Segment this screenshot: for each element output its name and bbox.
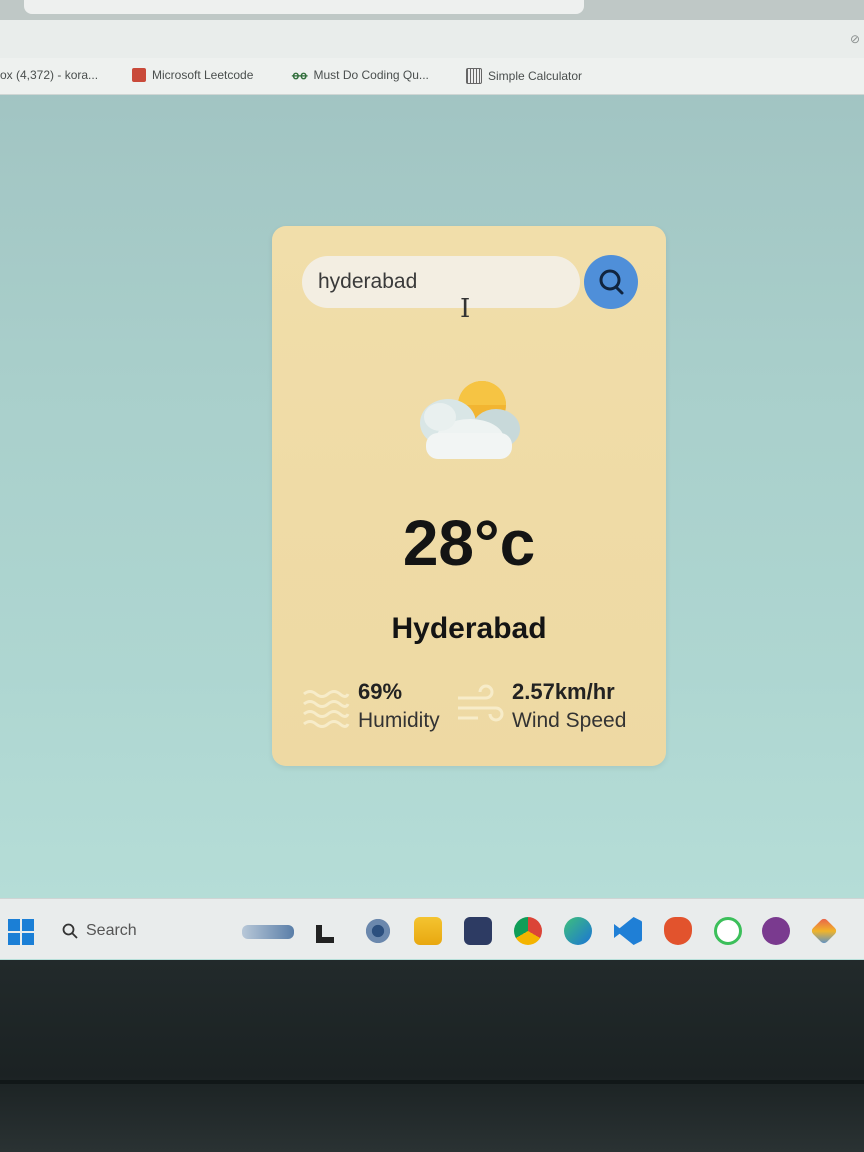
calculator-icon <box>466 68 482 84</box>
github-icon[interactable] <box>762 917 790 945</box>
windows-start-icon[interactable] <box>8 919 34 945</box>
bookmark-calculator[interactable]: Simple Calculator <box>466 68 582 84</box>
edge-icon[interactable] <box>564 917 592 945</box>
search-icon <box>599 269 624 295</box>
humidity-detail: 69% Humidity <box>300 678 440 736</box>
temperature: 28°c <box>402 507 536 579</box>
bookmark-label: Must Do Coding Qu... <box>313 68 429 82</box>
store-icon[interactable] <box>464 917 492 945</box>
address-bar[interactable]: ⊘ <box>0 20 864 59</box>
monitor-bezel <box>0 960 864 1152</box>
search-icon <box>62 923 78 939</box>
task-view-icon[interactable] <box>316 925 334 943</box>
city-search-input[interactable]: hyderabad <box>302 256 580 308</box>
humidity-value: 69% <box>358 679 403 704</box>
settings-icon[interactable] <box>364 917 392 945</box>
bookmark-label: ox (4,372) - kora... <box>0 68 99 82</box>
bookmark-must-do[interactable]: ꝋꝋ Must Do Coding Qu... <box>292 68 429 82</box>
wind-value: 2.57km/hr <box>512 679 615 704</box>
gfg-icon: ꝋꝋ <box>292 69 308 82</box>
bookmark-label: Simple Calculator <box>488 69 583 83</box>
chrome-icon[interactable] <box>514 917 542 945</box>
text-cursor-icon: I <box>460 294 471 324</box>
active-tab[interactable] <box>24 0 584 14</box>
monitor-edge <box>0 1080 864 1084</box>
wind-icon <box>458 684 504 722</box>
tab-strip <box>0 0 864 20</box>
search-input-value: hyderabad <box>318 270 418 293</box>
city-name: Hyderabad <box>391 612 547 645</box>
humidity-icon <box>303 690 350 728</box>
file-explorer-icon[interactable] <box>414 917 442 945</box>
bookmark-inbox[interactable]: ox (4,372) - kora... <box>0 68 98 82</box>
humidity-label: Humidity <box>358 709 440 732</box>
weather-card: hyderabad I 28°c Hyderabad 69% Humidity … <box>272 226 666 766</box>
bookmarks-bar: ox (4,372) - kora... Microsoft Leetcode … <box>0 58 864 95</box>
partly-cloudy-icon <box>420 381 520 459</box>
whatsapp-icon[interactable] <box>714 917 742 945</box>
taskbar: Search <box>0 898 864 959</box>
wind-label: Wind Speed <box>512 709 627 732</box>
taskbar-search[interactable]: Search <box>48 911 228 951</box>
screen: ⊘ ox (4,372) - kora... Microsoft Leetcod… <box>0 0 864 960</box>
search-button[interactable] <box>584 255 638 309</box>
bookmark-label: Microsoft Leetcode <box>152 68 254 82</box>
widgets-icon[interactable] <box>242 925 294 939</box>
bookmark-leetcode[interactable]: Microsoft Leetcode <box>132 68 253 82</box>
leetcode-icon <box>132 68 146 82</box>
vscode-icon[interactable] <box>614 917 642 945</box>
app-icon[interactable] <box>810 917 838 945</box>
taskbar-search-label: Search <box>86 922 137 939</box>
extension-icon[interactable]: ⊘ <box>850 32 860 46</box>
brave-icon[interactable] <box>664 917 692 945</box>
wind-detail: 2.57km/hr Wind Speed <box>454 678 626 736</box>
